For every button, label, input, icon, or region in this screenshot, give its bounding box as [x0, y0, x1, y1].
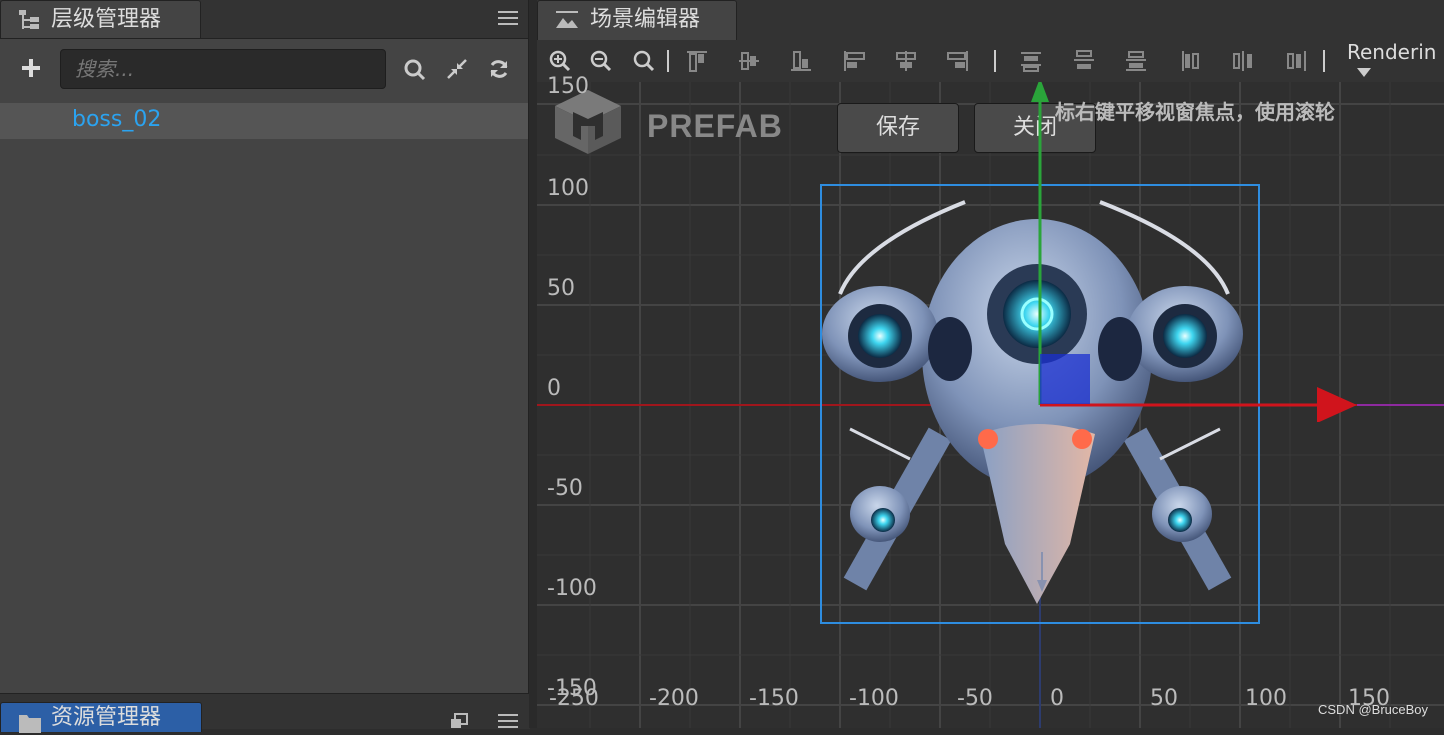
- x-axis-arrow-icon: [1317, 387, 1357, 422]
- scene-image-icon: [556, 11, 578, 28]
- maximize-panel-icon[interactable]: [450, 713, 468, 729]
- toolbar-separator: [667, 50, 669, 72]
- scene-tabbar: 场景编辑器: [537, 0, 1444, 41]
- y-axis-label: 50: [547, 276, 575, 301]
- tree-item-boss-02[interactable]: boss_02: [0, 103, 528, 139]
- align-vcenter-icon[interactable]: [737, 49, 761, 73]
- x-axis-label: -150: [749, 686, 799, 711]
- x-axis-label: -250: [549, 686, 599, 711]
- x-axis-label: -200: [649, 686, 699, 711]
- hierarchy-search-input[interactable]: [60, 49, 386, 89]
- xy-plane-handle: [1040, 354, 1090, 404]
- y-axis-label: -100: [547, 576, 597, 601]
- hierarchy-tabbar: 层级管理器: [0, 0, 528, 39]
- collapse-all-icon[interactable]: [446, 58, 468, 80]
- scene-viewport[interactable]: PREFAB 保存 关闭 标右键平移视窗焦点，使用滚轮 150 100 50 0…: [537, 74, 1444, 728]
- caret-down-icon: [1357, 68, 1371, 77]
- align-hcenter-icon[interactable]: [894, 49, 918, 73]
- zoom-reset-icon[interactable]: [632, 49, 656, 73]
- prefab-label: PREFAB: [647, 108, 783, 144]
- align-right-icon[interactable]: [946, 49, 970, 73]
- align-bottom-icon[interactable]: [789, 49, 813, 73]
- zoom-in-icon[interactable]: [548, 49, 572, 73]
- y-axis-label: 100: [547, 176, 589, 201]
- y-axis-label: 150: [547, 74, 589, 99]
- distribute-bottom-icon[interactable]: [1124, 49, 1148, 73]
- distribute-left-icon[interactable]: [1179, 49, 1203, 73]
- y-axis-label: 0: [547, 376, 561, 401]
- save-button[interactable]: 保存: [837, 103, 959, 153]
- distribute-vcenter-icon[interactable]: [1072, 49, 1096, 73]
- add-node-icon[interactable]: [20, 57, 42, 79]
- x-axis-label: -100: [849, 686, 899, 711]
- scene-toolbar: Renderin: [537, 40, 1444, 82]
- tab-hierarchy[interactable]: 层级管理器: [0, 0, 201, 38]
- align-left-icon[interactable]: [842, 49, 866, 73]
- align-top-icon[interactable]: [685, 49, 709, 73]
- assets-tabbar: 资源管理器: [0, 693, 530, 733]
- x-axis-label: 100: [1245, 686, 1287, 711]
- tab-scene-editor[interactable]: 场景编辑器: [537, 0, 737, 40]
- hierarchy-panel: 层级管理器 boss_02: [0, 0, 529, 693]
- distribute-top-icon[interactable]: [1019, 49, 1043, 73]
- distribute-right-icon[interactable]: [1285, 49, 1309, 73]
- x-axis-label: -50: [957, 686, 993, 711]
- toolbar-separator: [994, 50, 996, 72]
- tree-item-label: boss_02: [72, 107, 162, 132]
- distribute-hcenter-icon[interactable]: [1232, 49, 1256, 73]
- tab-hierarchy-label: 层级管理器: [51, 7, 162, 32]
- y-axis-label: -50: [547, 476, 583, 501]
- folder-icon: [19, 715, 41, 733]
- watermark: CSDN @BruceBoy: [1318, 702, 1429, 717]
- rendering-dropdown[interactable]: Renderin: [1347, 40, 1437, 77]
- hierarchy-search-row: [0, 39, 528, 99]
- zoom-out-icon[interactable]: [589, 49, 613, 73]
- tab-assets-label: 资源管理器: [51, 705, 162, 730]
- x-axis-label: 0: [1050, 686, 1064, 711]
- toolbar-separator: [1323, 50, 1325, 72]
- move-gizmo[interactable]: [1027, 82, 1444, 422]
- down-arrow-icon: [1037, 552, 1047, 592]
- scene-editor: 场景编辑器 Renderin PREFAB 保存 关闭 标右键平移视窗焦点，使用…: [537, 0, 1444, 728]
- refresh-icon[interactable]: [488, 58, 510, 80]
- tab-scene-label: 场景编辑器: [590, 7, 701, 32]
- panel-divider[interactable]: [529, 0, 537, 728]
- x-axis-label: 50: [1150, 686, 1178, 711]
- rendering-label: Renderin: [1347, 40, 1437, 64]
- y-axis-arrow-icon: [1031, 82, 1049, 102]
- hierarchy-tree-icon: [19, 10, 39, 29]
- search-icon[interactable]: [403, 58, 427, 82]
- hierarchy-menu-icon[interactable]: [498, 11, 518, 27]
